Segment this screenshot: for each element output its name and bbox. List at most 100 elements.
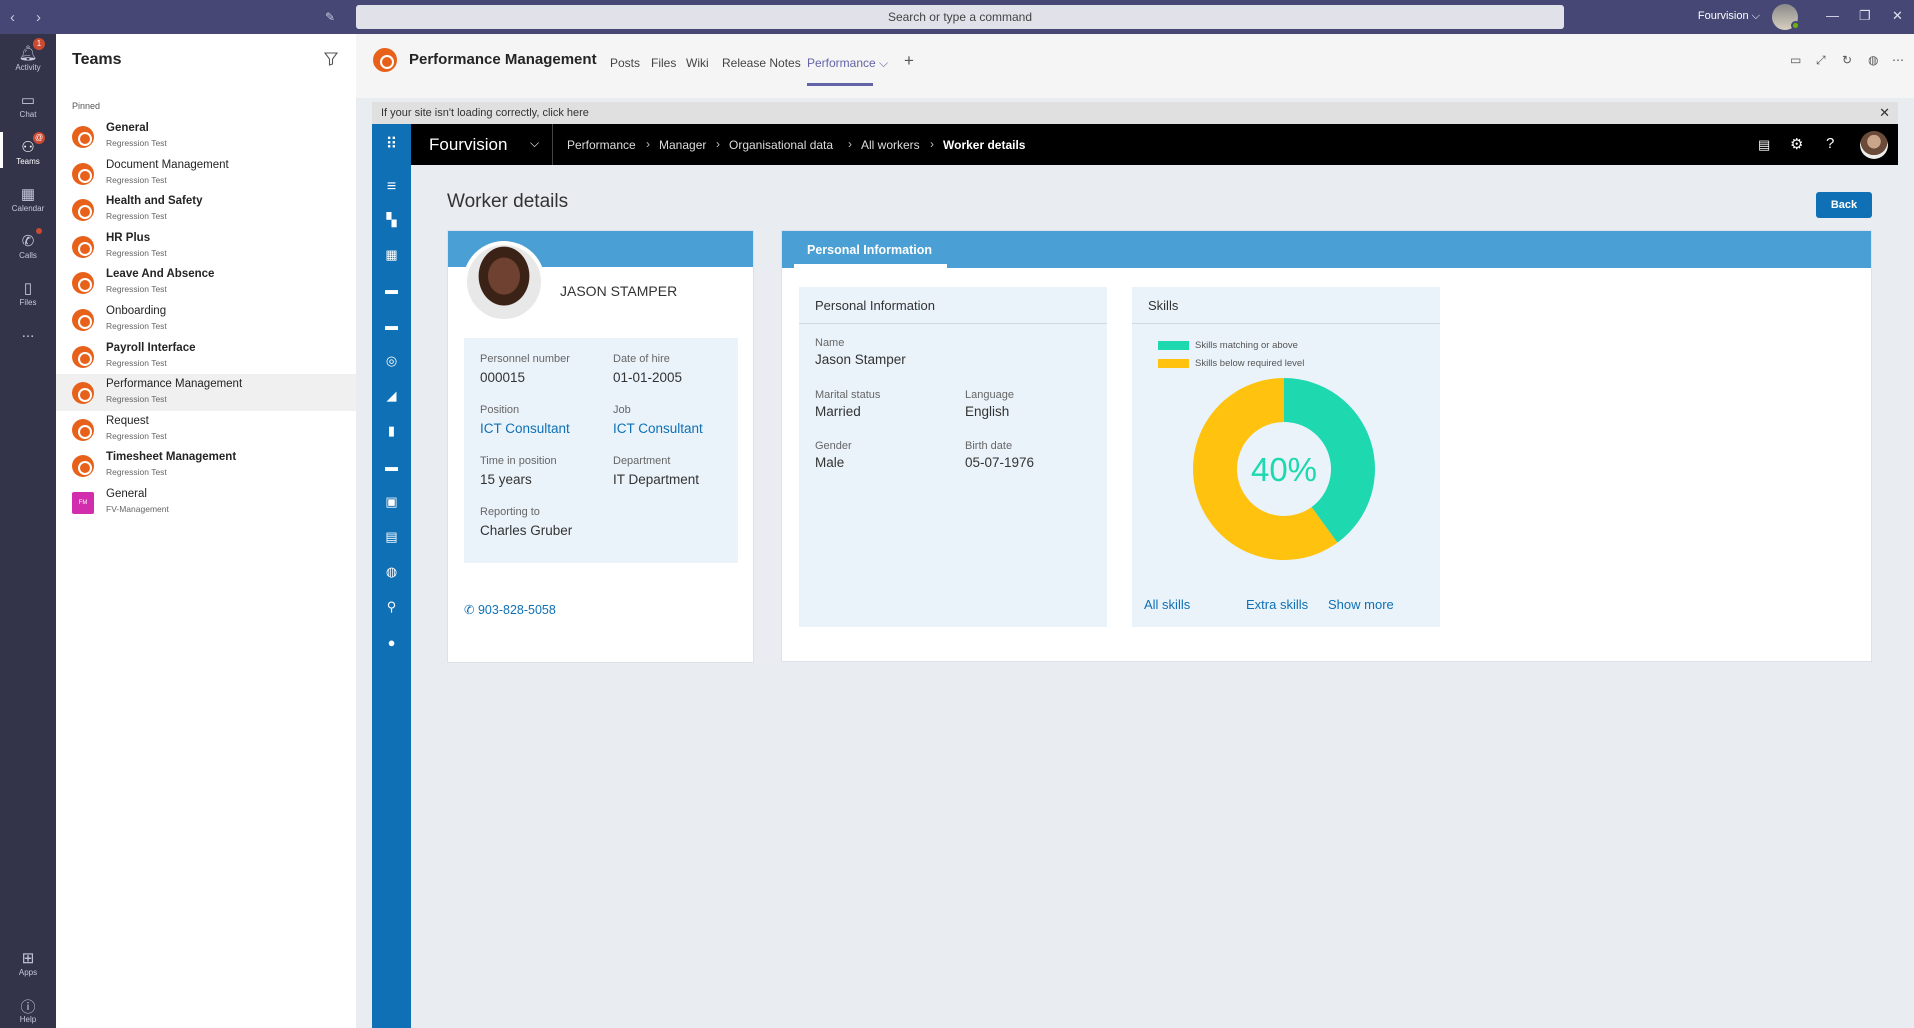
back-button[interactable]: Back xyxy=(1816,192,1872,218)
globe-icon[interactable]: ◍ xyxy=(1868,53,1878,67)
team-item[interactable]: Payroll Interface Regression Test xyxy=(56,338,356,375)
tab-posts[interactable]: Posts xyxy=(610,56,640,70)
team-item[interactable]: Document Management Regression Test xyxy=(56,155,356,192)
target-icon[interactable]: ◎ xyxy=(372,353,411,369)
team-item[interactable]: Request Regression Test xyxy=(56,411,356,448)
filter-icon[interactable] xyxy=(324,52,338,66)
team-item-selected[interactable]: Performance Management Regression Test xyxy=(56,374,356,411)
back-arrow-icon[interactable]: ‹ xyxy=(10,9,15,26)
add-tab-button[interactable]: + xyxy=(904,51,914,71)
search-icon[interactable]: ⚲ xyxy=(372,599,411,615)
rail-calendar[interactable]: ▦ Calendar xyxy=(0,185,56,213)
rail-help[interactable]: ⓘ Help xyxy=(0,996,56,1024)
app-launcher-icon[interactable]: ⠿ xyxy=(372,124,411,165)
apps-icon: ⊞ xyxy=(21,950,35,967)
chevron-down-icon[interactable]: ⌵ xyxy=(530,136,539,151)
rail-chat[interactable]: ▭ Chat xyxy=(0,91,56,119)
field-reporting-to: Reporting to Charles Gruber xyxy=(480,506,573,538)
chart-icon[interactable]: ◢ xyxy=(372,388,411,404)
search-input[interactable]: Search or type a command xyxy=(356,5,1564,29)
forward-arrow-icon[interactable]: › xyxy=(36,9,41,26)
page-title: Worker details xyxy=(447,191,569,212)
more-options-icon[interactable]: ⋯ xyxy=(1892,53,1904,67)
breadcrumb-all-workers[interactable]: All workers xyxy=(861,138,920,152)
rail-calls[interactable]: ✆ Calls xyxy=(0,228,56,260)
field-name: Name Jason Stamper xyxy=(815,337,906,367)
legend-below: Skills below required level xyxy=(1158,358,1304,369)
folder-icon[interactable]: ▬ xyxy=(372,282,411,297)
rail-teams[interactable]: ⚇ @ Teams xyxy=(0,132,56,168)
chevron-right-icon: › xyxy=(930,137,934,151)
minimize-icon[interactable]: — xyxy=(1826,8,1839,23)
refresh-icon[interactable]: ↻ xyxy=(1842,53,1852,67)
position-link[interactable]: ICT Consultant xyxy=(480,421,570,436)
globe-icon[interactable]: ◍ xyxy=(372,564,411,580)
team-logo-icon xyxy=(72,455,94,478)
breadcrumb-worker-details: Worker details xyxy=(943,138,1026,152)
team-item[interactable]: General Regression Test xyxy=(56,118,356,155)
rail-more[interactable]: ... xyxy=(0,324,56,342)
expand-icon[interactable]: ⤢ xyxy=(1816,53,1826,68)
tab-wiki[interactable]: Wiki xyxy=(686,56,709,70)
brand-name[interactable]: Fourvision xyxy=(429,135,507,155)
conversation-icon[interactable]: ▭ xyxy=(1790,53,1801,67)
org-chart-icon[interactable]: ▤ xyxy=(372,529,411,545)
hamburger-menu-icon[interactable]: ≡ xyxy=(372,178,411,196)
tab-performance[interactable]: Performance ⌵ xyxy=(807,56,888,71)
close-window-icon[interactable]: ✕ xyxy=(1892,8,1903,24)
app-rail: 🔔︎ 1 Activity ▭ Chat ⚇ @ Teams ▦ Calenda… xyxy=(0,34,56,1028)
team-logo-icon xyxy=(72,199,94,222)
help-icon[interactable]: ? xyxy=(1826,135,1834,152)
tab-release-notes[interactable]: Release Notes xyxy=(722,56,801,70)
show-more-link[interactable]: Show more xyxy=(1328,597,1394,612)
breadcrumb-manager[interactable]: Manager xyxy=(659,138,706,152)
phone-link[interactable]: ✆ 903-828-5058 xyxy=(464,602,556,617)
gear-icon[interactable]: ⚙ xyxy=(1790,135,1803,153)
notice-text[interactable]: If your site isn't loading correctly, cl… xyxy=(381,107,589,119)
worker-photo xyxy=(463,241,545,323)
org-switcher[interactable]: Fourvision ⌵ xyxy=(1698,10,1760,23)
worker-card: JASON STAMPER Personnel number 000015 Da… xyxy=(447,230,754,663)
team-item[interactable]: HR Plus Regression Test xyxy=(56,228,356,265)
presence-status-icon xyxy=(1791,21,1800,30)
rail-activity[interactable]: 🔔︎ 1 Activity xyxy=(0,38,56,72)
restore-icon[interactable]: ❐ xyxy=(1859,8,1871,24)
rail-apps[interactable]: ⊞ Apps xyxy=(0,949,56,977)
team-item[interactable]: Health and Safety Regression Test xyxy=(56,191,356,228)
team-item[interactable]: Onboarding Regression Test xyxy=(56,301,356,338)
briefcase-icon[interactable]: ▣ xyxy=(372,494,411,510)
avatar[interactable] xyxy=(1860,131,1888,159)
team-logo-icon xyxy=(72,162,94,185)
team-logo-icon xyxy=(72,345,94,368)
job-link[interactable]: ICT Consultant xyxy=(613,421,703,436)
folder-icon[interactable]: ▬ xyxy=(372,459,411,474)
worker-info-panel: Personnel number 000015 Date of hire 01-… xyxy=(464,338,738,563)
team-item[interactable]: FM General FV-Management xyxy=(56,484,356,521)
notice-bar[interactable]: If your site isn't loading correctly, cl… xyxy=(372,102,1898,124)
tab-personal-information[interactable]: Personal Information xyxy=(807,243,932,257)
chat-icon[interactable]: ● xyxy=(372,635,411,650)
field-language: Language English xyxy=(965,389,1014,419)
box-title: Skills xyxy=(1132,287,1440,324)
message-icon[interactable]: ▤ xyxy=(1758,137,1770,153)
all-skills-link[interactable]: All skills xyxy=(1144,597,1190,612)
divider xyxy=(552,124,553,165)
rail-files[interactable]: ▯ Files xyxy=(0,279,56,307)
team-logo-icon xyxy=(373,48,397,72)
extra-skills-link[interactable]: Extra skills xyxy=(1246,597,1308,612)
clipboard-icon[interactable]: ▮ xyxy=(372,423,411,439)
breadcrumb-performance[interactable]: Performance xyxy=(567,138,636,152)
compose-icon[interactable]: ✎ xyxy=(325,10,335,24)
team-list: General Regression Test Document Manageme… xyxy=(56,118,356,521)
team-logo-icon xyxy=(72,308,94,331)
title-bar: ‹ › ✎ Search or type a command Fourvisio… xyxy=(0,0,1914,34)
field-date-of-hire: Date of hire 01-01-2005 xyxy=(613,353,683,385)
breadcrumb-organisational-data[interactable]: Organisational data xyxy=(729,138,833,152)
team-item[interactable]: Timesheet Management Regression Test xyxy=(56,447,356,484)
dashboard-icon[interactable]: ▚ xyxy=(372,212,411,228)
grid-icon[interactable]: ▦ xyxy=(372,247,411,263)
folder-icon[interactable]: ▬ xyxy=(372,318,411,333)
close-icon[interactable]: ✕ xyxy=(1879,102,1890,124)
tab-files[interactable]: Files xyxy=(651,56,676,70)
team-item[interactable]: Leave And Absence Regression Test xyxy=(56,264,356,301)
